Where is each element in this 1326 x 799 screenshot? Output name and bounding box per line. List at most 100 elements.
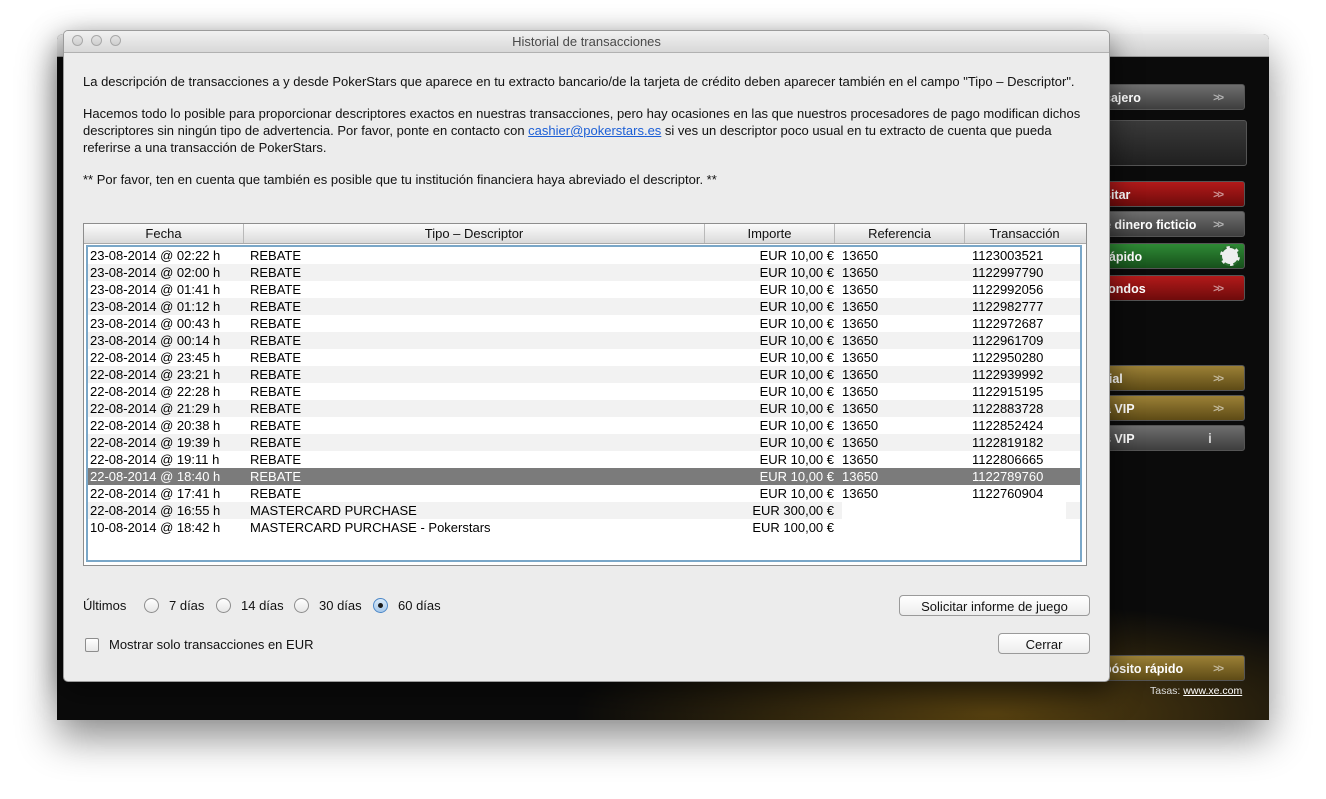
period-label: Últimos xyxy=(83,598,127,613)
redacted-area xyxy=(842,519,1066,536)
cell-transaction: 1123003521 xyxy=(972,248,1044,263)
cell-date: 10-08-2014 @ 18:42 h xyxy=(90,520,221,535)
cell-descriptor: REBATE xyxy=(250,299,302,314)
cell-descriptor: REBATE xyxy=(250,401,302,416)
cell-reference: 13650 xyxy=(842,282,879,297)
column-header-descriptor[interactable]: Tipo – Descriptor xyxy=(244,224,705,243)
cell-date: 22-08-2014 @ 23:45 h xyxy=(90,350,221,365)
cell-reference: 13650 xyxy=(842,401,879,416)
cell-descriptor: REBATE xyxy=(250,282,302,297)
table-row[interactable]: 22-08-2014 @ 21:29 h REBATE EUR 10,00 € 136… xyxy=(88,400,1080,417)
quick-deposit-button[interactable]: pósito rápido >> xyxy=(1097,655,1245,681)
cashier-blank-panel xyxy=(1097,120,1247,166)
cell-descriptor: REBATE xyxy=(250,435,302,450)
table-row[interactable]: 22-08-2014 @ 23:45 h REBATE EUR 10,00 € 136… xyxy=(88,349,1080,366)
table-row[interactable]: 23-08-2014 @ 02:00 h REBATE EUR 10,00 € 136… xyxy=(88,264,1080,281)
double-chevron-right-icon: >> xyxy=(1213,189,1224,201)
cell-date: 22-08-2014 @ 21:29 h xyxy=(90,401,221,416)
radio-60-days-label: 60 días xyxy=(398,598,441,613)
double-chevron-right-icon: >> xyxy=(1213,219,1224,231)
radio-7-days-label: 7 días xyxy=(169,598,205,613)
cell-descriptor: REBATE xyxy=(250,248,302,263)
column-header-amount[interactable]: Importe xyxy=(705,224,835,243)
radio-14-days[interactable] xyxy=(216,598,231,613)
table-row[interactable]: 22-08-2014 @ 18:40 h REBATE EUR 10,00 € 136… xyxy=(88,468,1080,485)
cell-transaction: 1122852424 xyxy=(972,418,1044,433)
intro-paragraph-3: ** Por favor, ten en cuenta que también … xyxy=(83,172,717,187)
cell-amount: EUR 10,00 € xyxy=(759,384,834,399)
vip-status-button[interactable]: s VIP i xyxy=(1097,425,1245,451)
cell-amount: EUR 10,00 € xyxy=(759,469,834,484)
table-row[interactable]: 22-08-2014 @ 19:39 h REBATE EUR 10,00 € 136… xyxy=(88,434,1080,451)
dialog-titlebar: Historial de transacciones xyxy=(64,31,1109,53)
column-header-date[interactable]: Fecha xyxy=(84,224,244,243)
history-button[interactable]: rial >> xyxy=(1097,365,1245,391)
table-row[interactable]: 23-08-2014 @ 01:41 h REBATE EUR 10,00 € 136… xyxy=(88,281,1080,298)
cell-reference: 13650 xyxy=(842,418,879,433)
cell-amount: EUR 10,00 € xyxy=(759,367,834,382)
table-row[interactable]: 22-08-2014 @ 23:21 h REBATE EUR 10,00 € 136… xyxy=(88,366,1080,383)
radio-14-days-label: 14 días xyxy=(241,598,284,613)
radio-30-days-label: 30 días xyxy=(319,598,362,613)
radio-30-days[interactable] xyxy=(294,598,309,613)
cell-reference: 13650 xyxy=(842,367,879,382)
cell-date: 22-08-2014 @ 16:55 h xyxy=(90,503,221,518)
eur-only-checkbox[interactable] xyxy=(85,638,99,652)
cell-reference: 13650 xyxy=(842,486,879,501)
table-row[interactable]: 22-08-2014 @ 20:38 h REBATE EUR 10,00 € 136… xyxy=(88,417,1080,434)
window-title: Historial de transacciones xyxy=(512,34,661,49)
vip-store-button[interactable]: a VIP >> xyxy=(1097,395,1245,421)
cell-amount: EUR 10,00 € xyxy=(759,333,834,348)
table-row[interactable]: 22-08-2014 @ 16:55 h MASTERCARD PURCHASE E… xyxy=(88,502,1080,519)
cell-date: 23-08-2014 @ 01:12 h xyxy=(90,299,221,314)
cell-descriptor: MASTERCARD PURCHASE xyxy=(250,503,417,518)
table-header: Fecha Tipo – Descriptor Importe Referenc… xyxy=(84,224,1086,244)
column-header-transaction[interactable]: Transacción xyxy=(965,224,1084,243)
quick-button[interactable]: rápido xyxy=(1097,243,1245,269)
cashier-button[interactable]: cajero >> xyxy=(1097,84,1245,110)
table-body: 23-08-2014 @ 02:22 h REBATE EUR 10,00 € 136… xyxy=(86,245,1082,562)
cell-descriptor: REBATE xyxy=(250,469,302,484)
cell-reference: 13650 xyxy=(842,469,879,484)
cell-amount: EUR 10,00 € xyxy=(759,299,834,314)
cell-reference: 13650 xyxy=(842,333,879,348)
deposit-button[interactable]: sitar >> xyxy=(1097,181,1245,207)
cell-date: 22-08-2014 @ 23:21 h xyxy=(90,367,221,382)
table-row[interactable]: 23-08-2014 @ 02:22 h REBATE EUR 10,00 € 136… xyxy=(88,247,1080,264)
cell-reference: 13650 xyxy=(842,248,879,263)
table-row[interactable]: 23-08-2014 @ 00:43 h REBATE EUR 10,00 € 136… xyxy=(88,315,1080,332)
play-money-button[interactable]: e dinero ficticio >> xyxy=(1097,211,1245,237)
cell-reference: 13650 xyxy=(842,435,879,450)
column-header-reference[interactable]: Referencia xyxy=(835,224,965,243)
quick-deposit-button-label: pósito rápido xyxy=(1104,662,1184,676)
cell-date: 23-08-2014 @ 02:00 h xyxy=(90,265,221,280)
withdraw-funds-button[interactable]: fondos >> xyxy=(1097,275,1245,301)
cell-transaction: 1122992056 xyxy=(972,282,1044,297)
request-game-report-button[interactable]: Solicitar informe de juego xyxy=(899,595,1090,616)
rates-label: Tasas: xyxy=(1150,685,1181,697)
cell-amount: EUR 10,00 € xyxy=(759,435,834,450)
cell-transaction: 1122961709 xyxy=(972,333,1044,348)
radio-60-days[interactable] xyxy=(373,598,388,613)
cashier-email-link[interactable]: cashier@pokerstars.es xyxy=(528,123,661,138)
table-row[interactable]: 23-08-2014 @ 01:12 h REBATE EUR 10,00 € 136… xyxy=(88,298,1080,315)
table-row[interactable]: 22-08-2014 @ 19:11 h REBATE EUR 10,00 € 136… xyxy=(88,451,1080,468)
radio-7-days[interactable] xyxy=(144,598,159,613)
cell-descriptor: REBATE xyxy=(250,418,302,433)
cell-transaction: 1122760904 xyxy=(972,486,1044,501)
info-icon: i xyxy=(1208,430,1212,446)
cell-amount: EUR 10,00 € xyxy=(759,401,834,416)
double-chevron-right-icon: >> xyxy=(1213,373,1224,385)
transactions-table: Fecha Tipo – Descriptor Importe Referenc… xyxy=(83,223,1087,566)
intro-paragraph-1: La descripción de transacciones a y desd… xyxy=(83,74,1075,89)
cell-transaction: 1122972687 xyxy=(972,316,1044,331)
table-row[interactable]: 22-08-2014 @ 17:41 h REBATE EUR 10,00 € 136… xyxy=(88,485,1080,502)
table-row[interactable]: 23-08-2014 @ 00:14 h REBATE EUR 10,00 € 136… xyxy=(88,332,1080,349)
table-row[interactable]: 22-08-2014 @ 22:28 h REBATE EUR 10,00 € 136… xyxy=(88,383,1080,400)
cell-amount: EUR 10,00 € xyxy=(759,282,834,297)
table-row[interactable]: 10-08-2014 @ 18:42 h MASTERCARD PURCHASE … xyxy=(88,519,1080,536)
close-button[interactable]: Cerrar xyxy=(998,633,1090,654)
cell-date: 22-08-2014 @ 22:28 h xyxy=(90,384,221,399)
cell-amount: EUR 300,00 € xyxy=(752,503,834,518)
rates-link[interactable]: www.xe.com xyxy=(1183,685,1242,697)
